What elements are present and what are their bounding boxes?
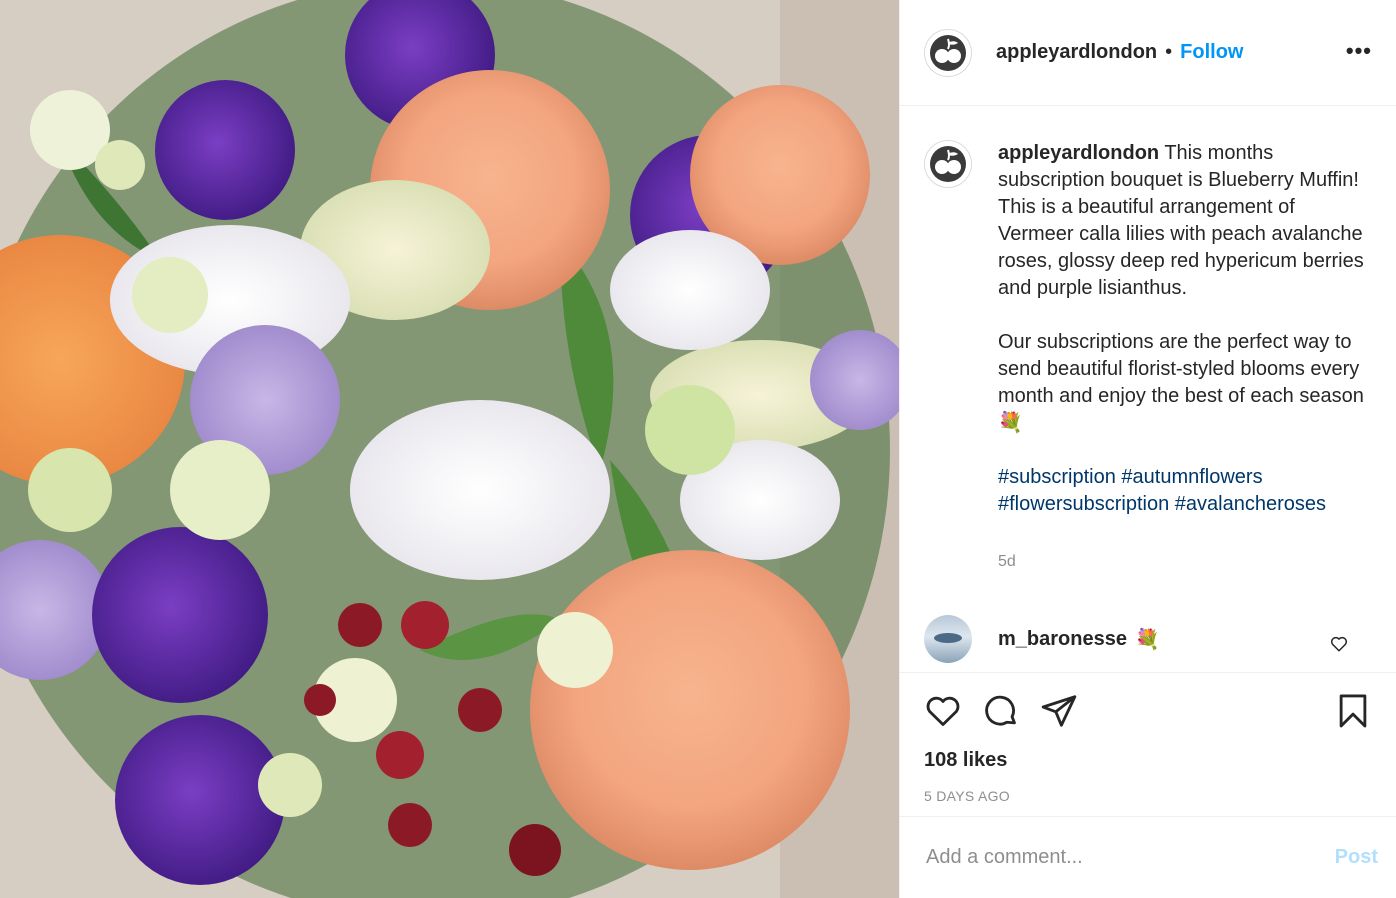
flower-bouquet-image — [0, 0, 899, 898]
more-options-button[interactable]: ••• — [1346, 38, 1372, 64]
comment-like-heart-icon[interactable] — [1330, 635, 1348, 658]
caption-username[interactable]: appleyardlondon — [998, 142, 1159, 164]
commenter-username[interactable]: m_baronesse — [998, 628, 1127, 651]
share-icon[interactable] — [1040, 692, 1078, 730]
post-comment-button[interactable]: Post — [1335, 846, 1378, 869]
header-username[interactable]: appleyardlondon — [996, 41, 1157, 64]
bookmark-icon[interactable] — [1334, 692, 1372, 730]
instagram-post: appleyardlondon • Follow ••• appleyardlo — [0, 0, 1396, 898]
header-separator: • — [1165, 41, 1173, 63]
post-photo[interactable] — [0, 0, 899, 898]
post-header: appleyardlondon • Follow ••• — [900, 0, 1396, 106]
caption-avatar[interactable] — [924, 140, 972, 188]
comment-icon[interactable] — [982, 692, 1020, 730]
post-date[interactable]: 5 DAYS AGO — [924, 788, 1372, 804]
hashtag-link[interactable]: #autumnflowers — [1121, 466, 1262, 488]
side-panel: appleyardlondon • Follow ••• appleyardlo — [899, 0, 1396, 898]
add-comment-bar: Post — [900, 816, 1396, 898]
profile-avatar[interactable] — [924, 28, 972, 77]
likes-count[interactable]: 108 likes — [924, 749, 1372, 772]
appleyard-logo-icon — [930, 34, 966, 71]
actions-section: 108 likes 5 DAYS AGO — [900, 672, 1396, 816]
bouquet-emoji: 💐 — [998, 412, 1023, 434]
heart-icon[interactable] — [924, 692, 962, 730]
caption-body: appleyardlondon This months subscription… — [998, 140, 1370, 575]
comment-input[interactable] — [924, 845, 1335, 870]
caption-age[interactable]: 5d — [998, 548, 1370, 575]
hashtag-link[interactable]: #flowersubscription — [998, 493, 1169, 515]
commenter-avatar[interactable] — [924, 615, 972, 663]
follow-button[interactable]: Follow — [1180, 41, 1243, 64]
hashtag-link[interactable]: #avalancheroses — [1175, 493, 1326, 515]
caption-paragraph-2: Our subscriptions are the perfect way to… — [998, 329, 1370, 437]
comment-item: m_baronesse 💐 — [924, 615, 1372, 663]
hashtags: #subscription #autumnflowers #flowersubs… — [998, 464, 1370, 518]
action-icons — [924, 689, 1372, 733]
comments-list[interactable]: appleyardlondon This months subscription… — [900, 106, 1396, 672]
bouquet-emoji: 💐 — [1134, 628, 1160, 651]
hashtag-link[interactable]: #subscription — [998, 466, 1116, 488]
caption-text-2: Our subscriptions are the perfect way to… — [998, 331, 1364, 407]
caption-text-1: This months subscription bouquet is Blue… — [998, 142, 1364, 299]
appleyard-logo-icon — [930, 146, 966, 182]
caption-paragraph-1: appleyardlondon This months subscription… — [998, 140, 1370, 302]
caption: appleyardlondon This months subscription… — [924, 106, 1372, 575]
